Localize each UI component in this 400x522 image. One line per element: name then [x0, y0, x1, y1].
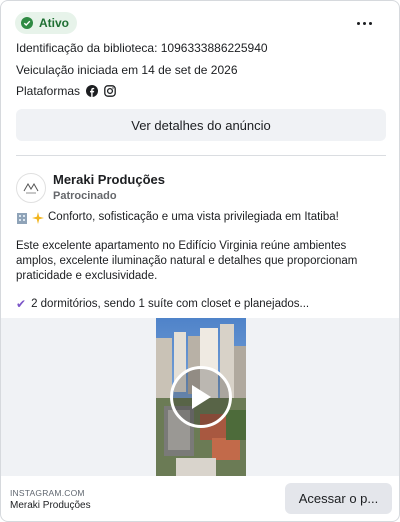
- status-badge: Ativo: [15, 12, 77, 34]
- view-ad-details-button[interactable]: Ver detalhes do anúncio: [16, 109, 386, 141]
- play-video-button[interactable]: [170, 366, 232, 428]
- play-icon: [192, 385, 211, 409]
- more-horizontal-icon: [356, 21, 360, 25]
- ad-bullet: ✔ 2 dormitórios, sendo 1 suíte com close…: [16, 297, 388, 312]
- ad-headline: Conforto, sofisticação e uma vista privi…: [16, 210, 388, 225]
- sponsored-label: Patrocinado: [53, 190, 117, 202]
- link-source: INSTAGRAM.COM: [10, 488, 85, 498]
- ad-body-text: Este excelente apartamento no Edifício V…: [16, 240, 358, 282]
- run-start-date: Veiculação iniciada em 14 de set de 2026: [16, 63, 238, 77]
- ad-headline-text: Conforto, sofisticação e uma vista privi…: [48, 211, 339, 223]
- advertiser-name[interactable]: Meraki Produções: [53, 172, 165, 187]
- check-mark-icon: ✔: [16, 297, 27, 311]
- platforms-label: Plataformas: [16, 84, 81, 98]
- status-label: Ativo: [39, 16, 69, 30]
- ad-bullet-text: 2 dormitórios, sendo 1 suíte com closet …: [31, 298, 310, 310]
- instagram-icon: [104, 85, 116, 97]
- divider: [16, 155, 386, 156]
- platforms-row: Plataformas: [16, 84, 116, 98]
- sparkles-emoji-icon: [32, 211, 44, 224]
- cta-button[interactable]: Acessar o p...: [285, 483, 392, 514]
- more-options-button[interactable]: [351, 13, 377, 33]
- advertiser-avatar[interactable]: [16, 173, 46, 203]
- library-id: Identificação da biblioteca: 10963338862…: [16, 41, 268, 55]
- link-title: Meraki Produções: [10, 500, 91, 511]
- facebook-icon: [86, 85, 99, 97]
- building-emoji-icon: [16, 211, 28, 224]
- check-circle-icon: [21, 17, 33, 29]
- meraki-logo-icon: [23, 183, 39, 194]
- ad-card: Ativo Identificação da biblioteca: 10963…: [0, 0, 400, 522]
